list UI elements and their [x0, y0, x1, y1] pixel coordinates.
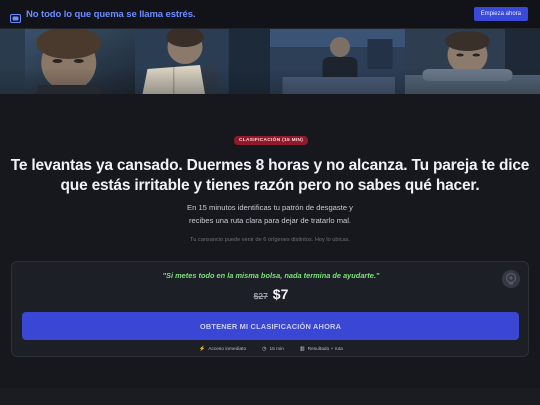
feature-label: Resultado + ruta: [307, 346, 343, 352]
brand-tagline: No todo lo que quema se llama estrés.: [26, 8, 196, 20]
lightning-icon: ⚡: [199, 346, 206, 352]
bottom-section-edge: [0, 388, 540, 405]
feature-label: Acceso inmediato: [208, 346, 247, 352]
hero-photo-man-sitting-on-bed: [270, 29, 405, 94]
hero-photo-man-reading-book: [135, 29, 270, 94]
price-block: $27 $7: [12, 286, 530, 302]
main-section: CLASIFICACIÓN (15 MIN) Te levantas ya ca…: [0, 94, 540, 405]
subheadline: En 15 minutos identificas tu patrón de d…: [0, 202, 540, 227]
origins-note: Tu cansancio puede venir de 6 orígenes d…: [190, 237, 350, 243]
clock-icon: ◷: [262, 346, 267, 352]
page-headline: Te levantas ya cansado. Duermes 8 horas …: [0, 156, 540, 196]
subheadline-line-1: En 15 minutos identificas tu patrón de d…: [187, 203, 353, 212]
start-now-button[interactable]: Empieza ahora: [473, 7, 528, 21]
classification-badge: CLASIFICACIÓN (15 MIN): [234, 136, 309, 145]
hero-photo-man-in-bed: [405, 29, 540, 94]
original-price: $27: [253, 291, 268, 301]
current-price: $7: [272, 286, 289, 302]
hero-photo-woman-portrait: [0, 29, 135, 94]
headline-line-1: Te levantas ya cansado. Duermes 8 horas …: [10, 157, 530, 174]
feature-list: ⚡ Acceso inmediato ◷ 15 min ▥ Resultado …: [12, 346, 530, 352]
offer-card: "Si metes todo en la misma bolsa, nada t…: [11, 261, 529, 357]
feature-item: ◷ 15 min: [262, 346, 284, 352]
subheadline-line-2: recibes una ruta clara para dejar de tra…: [188, 215, 352, 225]
top-bar: No todo lo que quema se llama estrés. Em…: [0, 0, 540, 29]
brain-chip-icon: [10, 10, 21, 23]
feature-item: ⚡ Acceso inmediato: [199, 346, 246, 352]
headline-line-2: que estás irritable y tienes razón pero …: [60, 177, 480, 194]
testimonial-quote: "Si metes todo en la misma bolsa, nada t…: [162, 271, 380, 280]
brand[interactable]: No todo lo que quema se llama estrés.: [10, 8, 196, 23]
get-classification-button[interactable]: OBTENER MI CLASIFICACIÓN AHORA: [22, 312, 519, 340]
feature-item: ▥ Resultado + ruta: [300, 346, 343, 352]
feature-label: 15 min: [269, 346, 284, 352]
chart-icon: ▥: [299, 346, 305, 352]
hero-image-strip: [0, 29, 540, 94]
